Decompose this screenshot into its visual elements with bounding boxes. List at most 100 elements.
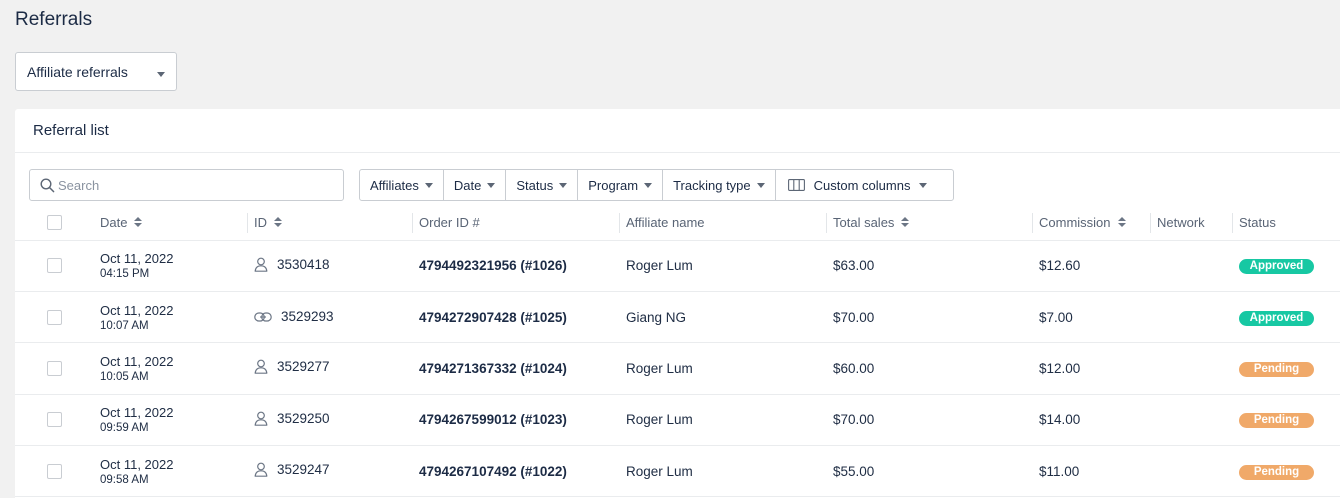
total-sales: $55.00 <box>833 463 875 479</box>
row-checkbox[interactable] <box>47 309 62 325</box>
header-date[interactable]: Date <box>93 205 247 241</box>
date-text: Oct 11, 2022 <box>100 353 174 369</box>
sort-icon <box>1117 217 1126 228</box>
row-checkbox[interactable] <box>47 360 62 376</box>
view-select-value: Affiliate referrals <box>27 64 128 80</box>
order-id-link[interactable]: 4794271367332 (#1024) <box>419 361 567 376</box>
header-id[interactable]: ID <box>247 205 412 241</box>
date-cell: Oct 11, 2022 09:59 AM <box>93 394 247 447</box>
referrals-table: Date ID Order ID # Affiliate name Total … <box>15 205 1340 498</box>
total-sales: $70.00 <box>833 309 875 325</box>
filter-label: Tracking type <box>673 177 751 193</box>
time-text: 04:15 PM <box>100 268 150 281</box>
header-label: Date <box>100 214 128 230</box>
id-cell: 3529247 <box>247 445 412 498</box>
network-cell <box>1150 240 1232 292</box>
header-total-sales[interactable]: Total sales <box>826 205 1032 241</box>
status-badge: Approved <box>1239 259 1314 275</box>
view-select-dropdown[interactable]: Affiliate referrals <box>15 52 177 91</box>
affiliate-name: Roger Lum <box>626 360 693 376</box>
header-label: Total sales <box>833 214 895 230</box>
status-cell: Approved <box>1232 240 1340 292</box>
filter-program[interactable]: Program <box>578 170 664 200</box>
row-checkbox[interactable] <box>47 463 62 479</box>
time-text: 10:07 AM <box>100 319 149 332</box>
card-title: Referral list <box>33 122 109 139</box>
order-id-link[interactable]: 4794267107492 (#1022) <box>419 464 567 479</box>
header-label: Commission <box>1039 214 1111 230</box>
header-label: Affiliate name <box>626 214 705 230</box>
filter-date[interactable]: Date <box>444 170 507 200</box>
order-id-link[interactable]: 4794272907428 (#1025) <box>419 310 567 325</box>
commission-value: $12.00 <box>1039 360 1081 376</box>
filter-tracking-type[interactable]: Tracking type <box>663 170 776 200</box>
page-title: Referrals <box>15 9 93 30</box>
date-cell: Oct 11, 2022 10:07 AM <box>93 291 247 344</box>
caret-down-icon <box>644 182 653 188</box>
referral-id: 3529277 <box>277 359 330 375</box>
commission-cell: $12.60 <box>1032 240 1150 292</box>
caret-down-icon <box>559 182 568 188</box>
affiliate-cell: Giang NG <box>619 291 826 344</box>
sort-icon <box>134 217 143 228</box>
table-row[interactable]: Oct 11, 2022 04:15 PM 3530418 4794492321956… <box>15 240 1340 292</box>
person-icon <box>254 462 268 478</box>
order-cell: 4794272907428 (#1025) <box>412 291 619 344</box>
select-all-checkbox[interactable] <box>47 214 62 230</box>
filter-status[interactable]: Status <box>506 170 579 200</box>
caret-down-icon <box>157 72 165 77</box>
total-sales: $63.00 <box>833 258 875 274</box>
order-id-link[interactable]: 4794492321956 (#1026) <box>419 258 567 273</box>
order-id-link[interactable]: 4794267599012 (#1023) <box>419 412 567 427</box>
header-commission[interactable]: Commission <box>1032 205 1150 241</box>
filter-toolbar: Affiliates Date Status Program Tracking … <box>359 169 954 201</box>
columns-icon <box>787 179 805 191</box>
header-label: ID <box>254 214 267 230</box>
date-text: Oct 11, 2022 <box>100 251 174 267</box>
filter-label: Program <box>588 177 639 193</box>
header-label: Order ID # <box>419 214 480 230</box>
row-checkbox[interactable] <box>47 258 62 274</box>
affiliate-name: Roger Lum <box>626 463 693 479</box>
commission-cell: $12.00 <box>1032 342 1150 395</box>
row-checkbox[interactable] <box>47 412 62 428</box>
filter-label: Custom columns <box>813 177 911 193</box>
table-row[interactable]: Oct 11, 2022 09:59 AM 3529250 4794267599012… <box>15 394 1340 447</box>
date-text: Oct 11, 2022 <box>100 456 174 472</box>
referral-list-card: Referral list Affiliates Date Status Pro… <box>15 109 1340 498</box>
table-row[interactable]: Oct 11, 2022 10:05 AM 3529277 4794271367332… <box>15 342 1340 395</box>
commission-value: $7.00 <box>1039 309 1073 325</box>
custom-columns-button[interactable]: Custom columns <box>776 170 938 200</box>
date-cell: Oct 11, 2022 09:58 AM <box>93 445 247 498</box>
referral-id: 3529293 <box>281 309 334 325</box>
status-badge: Pending <box>1239 413 1314 429</box>
network-cell <box>1150 445 1232 498</box>
header-status: Status <box>1232 205 1340 241</box>
affiliate-cell: Roger Lum <box>619 394 826 447</box>
header-network: Network <box>1150 205 1232 241</box>
filter-affiliates[interactable]: Affiliates <box>360 170 444 200</box>
date-cell: Oct 11, 2022 10:05 AM <box>93 342 247 395</box>
card-header: Referral list <box>15 109 1340 153</box>
network-cell <box>1150 342 1232 395</box>
filter-label: Date <box>453 177 482 193</box>
caret-down-icon <box>756 182 765 188</box>
row-select-cell <box>15 394 93 447</box>
table-row[interactable]: Oct 11, 2022 10:07 AM 3529293 4794272907428… <box>15 291 1340 344</box>
commission-value: $11.00 <box>1039 463 1080 479</box>
sort-icon <box>274 217 282 228</box>
person-icon <box>254 257 268 272</box>
search-box[interactable] <box>29 169 344 201</box>
sort-icon <box>901 217 910 228</box>
caret-down-icon <box>487 182 496 188</box>
search-input[interactable] <box>58 176 328 195</box>
sales-cell: $70.00 <box>826 291 1032 344</box>
search-icon <box>40 178 55 193</box>
referral-id: 3529247 <box>277 462 330 478</box>
referral-id: 3529250 <box>277 410 330 426</box>
commission-cell: $11.00 <box>1032 445 1150 498</box>
commission-value: $14.00 <box>1039 412 1081 428</box>
table-row[interactable]: Oct 11, 2022 09:58 AM 3529247 4794267107492… <box>15 445 1340 498</box>
affiliate-name: Roger Lum <box>626 412 693 428</box>
person-icon <box>254 360 268 375</box>
